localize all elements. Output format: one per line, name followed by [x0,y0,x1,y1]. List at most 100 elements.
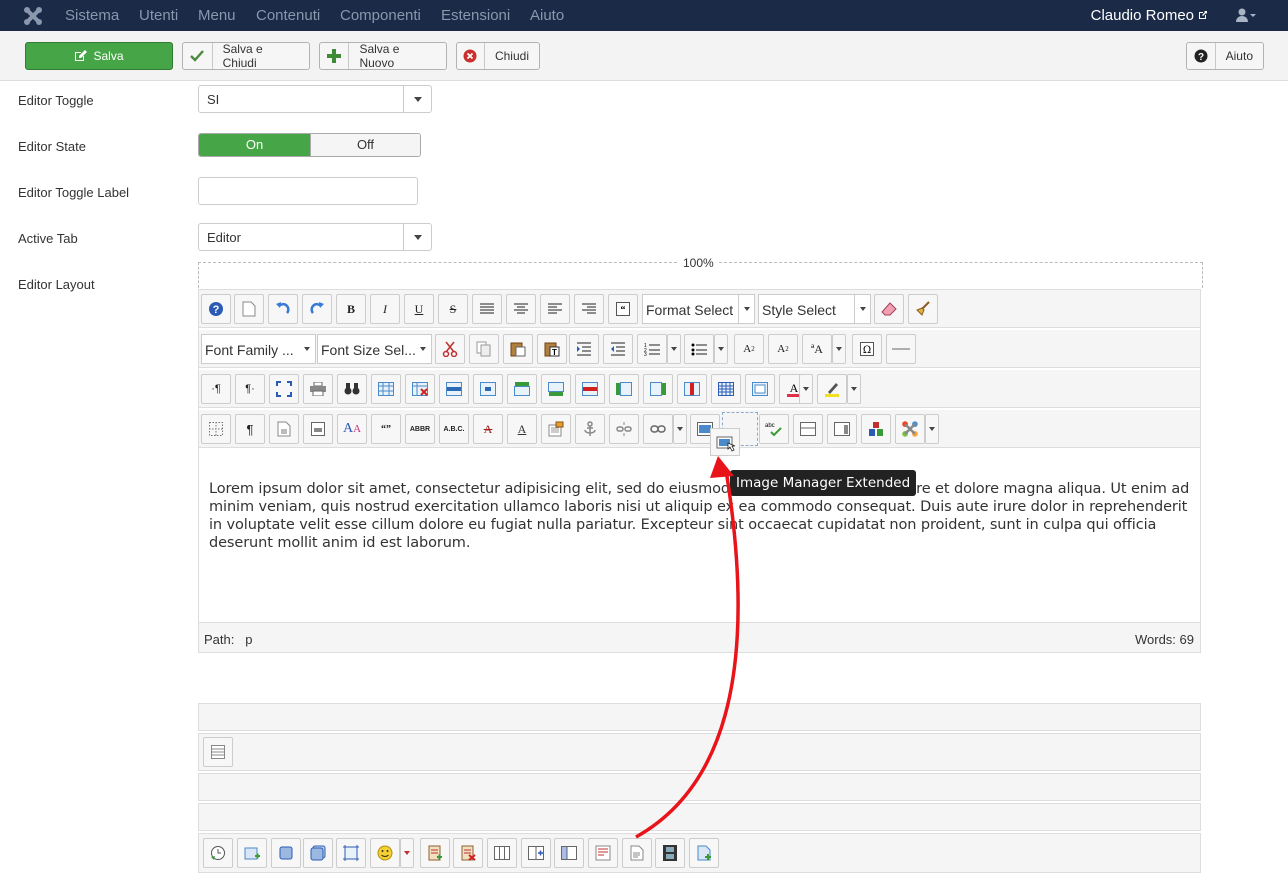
source-code-icon[interactable] [827,414,857,444]
character-map-dropdown[interactable] [832,334,846,364]
ltr-direction-icon[interactable]: ·¶ [201,374,231,404]
bold-icon[interactable]: B [336,294,366,324]
save-new-button[interactable]: Salva e Nuovo [319,42,447,70]
blockquote-icon[interactable]: “ [608,294,638,324]
search-binoculars-icon[interactable] [337,374,367,404]
insert-column-icon[interactable] [521,838,551,868]
spellcheck-icon[interactable]: abc [759,414,789,444]
blocks-icon[interactable] [861,414,891,444]
nav-sistema[interactable]: Sistema [65,7,119,24]
user-menu-icon[interactable] [1234,7,1258,23]
joomla-plugin-icon[interactable] [895,414,925,444]
outdent-icon[interactable] [603,334,633,364]
style-props-icon[interactable]: AA [337,414,367,444]
align-center-icon[interactable] [506,294,536,324]
highlight-color-icon[interactable] [817,374,847,404]
font-family-select[interactable]: Font Family ... [201,334,316,364]
time-insert-icon[interactable] [203,838,233,868]
merge-cells-icon[interactable] [745,374,775,404]
acronym-icon[interactable]: A.B.C. [439,414,469,444]
print-icon[interactable] [303,374,333,404]
layer-icon[interactable] [793,414,823,444]
italic-icon[interactable]: I [370,294,400,324]
unlink-icon[interactable] [609,414,639,444]
cut-icon[interactable] [435,334,465,364]
omega-special-char-icon[interactable]: Ω [852,334,882,364]
horizontal-rule-icon[interactable] [886,334,916,364]
delete-col-icon[interactable] [677,374,707,404]
cleanup-broom-icon[interactable] [908,294,938,324]
font-color-dropdown[interactable] [799,374,813,404]
table-row-props-icon[interactable] [439,374,469,404]
align-left-icon[interactable] [540,294,570,324]
highlight-color-dropdown[interactable] [847,374,861,404]
link-dropdown[interactable] [673,414,687,444]
deletion-icon[interactable]: A [473,414,503,444]
editor-state-on[interactable]: On [199,134,310,156]
emoticons-icon[interactable] [370,838,400,868]
file-manager-icon[interactable] [622,838,652,868]
numbered-list-icon[interactable]: 123 [637,334,667,364]
save-close-button[interactable]: Salva e Chiudi [182,42,310,70]
visual-aid-icon[interactable] [201,414,231,444]
indent-icon[interactable] [569,334,599,364]
active-tab-select[interactable]: Editor [198,223,432,251]
copy-icon[interactable] [469,334,499,364]
paste-icon[interactable] [503,334,533,364]
subscript-icon[interactable]: A2 [734,334,764,364]
insert-table-icon[interactable] [371,374,401,404]
undo-icon[interactable] [268,294,298,324]
rtl-direction-icon[interactable]: ¶· [235,374,265,404]
close-button[interactable]: Chiudi [456,42,540,70]
visual-chars-icon[interactable]: ¶ [235,414,265,444]
eraser-icon[interactable] [874,294,904,324]
save-button[interactable]: Salva [25,42,173,70]
insert-document-icon[interactable] [689,838,719,868]
numbered-list-dropdown[interactable] [667,334,681,364]
font-size-select[interactable]: Font Size Sel... [317,334,432,364]
abbreviation-icon[interactable]: ABBR [405,414,435,444]
nav-menu[interactable]: Menu [198,7,236,24]
emoticons-dropdown[interactable] [400,838,414,868]
help-icon[interactable]: ? [201,294,231,324]
insert-template-icon[interactable] [420,838,450,868]
delete-template-icon[interactable] [453,838,483,868]
superscript-icon[interactable]: A2 [768,334,798,364]
paste-text-icon[interactable]: T [537,334,567,364]
redo-icon[interactable] [302,294,332,324]
character-map-icon[interactable]: ªA [802,334,832,364]
bullet-list-icon[interactable] [684,334,714,364]
format-select[interactable]: Format Select [642,294,755,324]
align-justify-icon[interactable] [472,294,502,324]
nav-estensioni[interactable]: Estensioni [441,7,510,24]
nav-utenti[interactable]: Utenti [139,7,178,24]
attributes-icon[interactable] [541,414,571,444]
user-link[interactable]: Claudio Romeo [1091,7,1208,24]
insert-col-after-icon[interactable] [643,374,673,404]
editor-content-area[interactable]: Lorem ipsum dolor sit amet, consectetur … [199,450,1200,622]
new-document-icon[interactable] [234,294,264,324]
insert-row-after-icon[interactable] [541,374,571,404]
split-cells-icon[interactable] [711,374,741,404]
move-forward-icon[interactable] [271,838,301,868]
nav-aiuto[interactable]: Aiuto [530,7,564,24]
insert-layer-icon[interactable] [237,838,267,868]
preview-icon[interactable] [303,414,333,444]
columns-icon[interactable] [487,838,517,868]
media-filmstrip-icon[interactable] [655,838,685,868]
strikethrough-icon[interactable]: S [438,294,468,324]
joomla-logo-icon[interactable] [22,5,44,27]
anchor-icon[interactable] [575,414,605,444]
table-cell-props-icon[interactable] [473,374,503,404]
delete-column-icon[interactable] [554,838,584,868]
editor-toggle-label-input[interactable] [198,177,418,205]
insert-row-before-icon[interactable] [507,374,537,404]
list-layout-icon[interactable] [203,737,233,767]
insert-col-before-icon[interactable] [609,374,639,404]
absolute-position-icon[interactable] [336,838,366,868]
joomla-plugin-dropdown[interactable] [925,414,939,444]
move-backward-icon[interactable] [303,838,333,868]
delete-table-icon[interactable] [405,374,435,404]
style-select[interactable]: Style Select [758,294,871,324]
align-right-icon[interactable] [574,294,604,324]
